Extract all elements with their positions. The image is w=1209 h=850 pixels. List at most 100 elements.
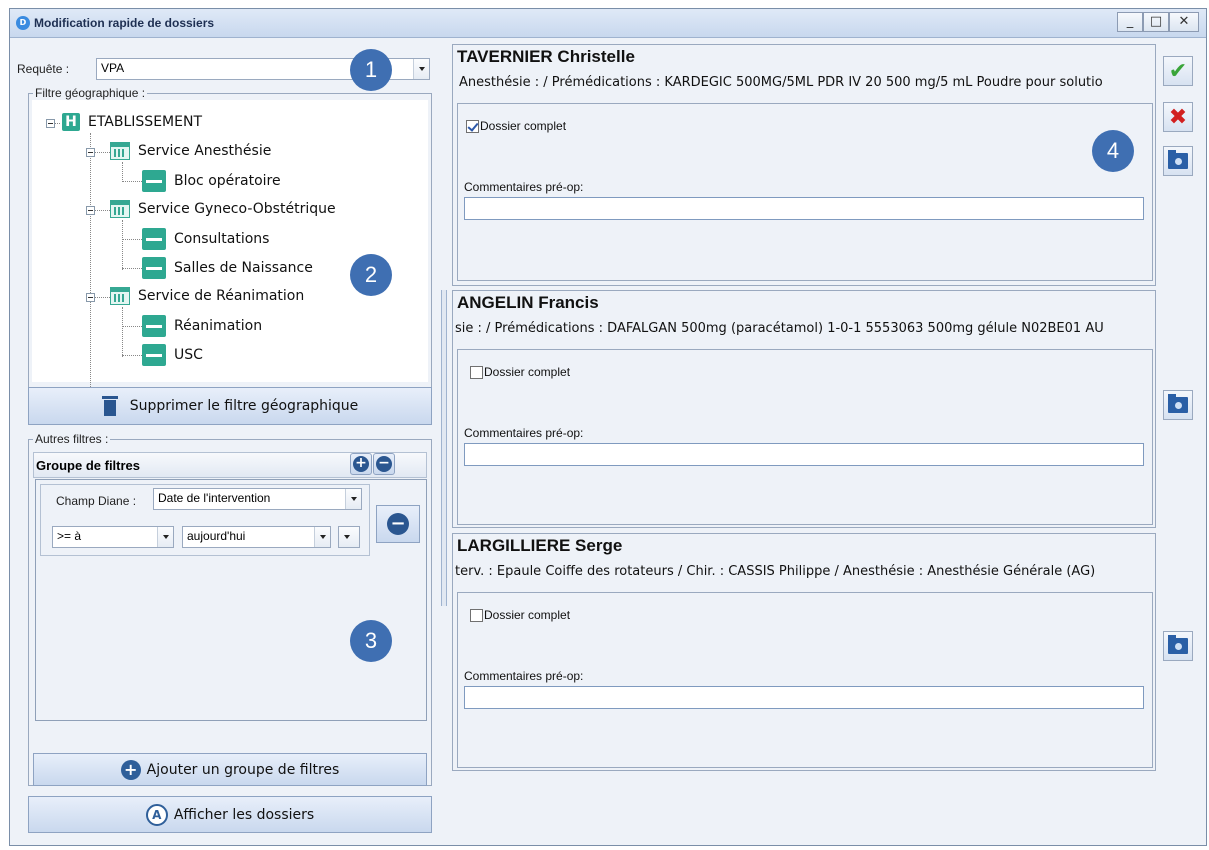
add-filter-group-label: Ajouter un groupe de filtres: [146, 761, 340, 778]
add-filter-button[interactable]: +: [350, 453, 372, 475]
collapse-toggle-service[interactable]: [86, 206, 95, 215]
tree-connector: [122, 181, 142, 182]
tree-node-unit[interactable]: Consultations: [142, 228, 269, 250]
tree-connector: [122, 268, 142, 269]
cancel-button[interactable]: ✖: [1163, 102, 1193, 132]
callout-badge: 3: [350, 620, 392, 662]
filter-group-title: Groupe de filtres: [36, 458, 141, 473]
comments-input[interactable]: [464, 686, 1144, 709]
tree-node-root[interactable]: H ETABLISSEMENT: [62, 113, 202, 131]
tree-node-service[interactable]: Service Gyneco-Obstétrique: [110, 200, 336, 218]
champ-label: Champ Diane :: [56, 494, 137, 508]
tree-node-unit[interactable]: Réanimation: [142, 315, 262, 337]
comments-label: Commentaires pré-op:: [464, 180, 584, 194]
patient-card: LARGILLIERE Serge terv. : Epaule Coiffe …: [452, 533, 1156, 771]
app-logo-icon: D: [16, 16, 30, 30]
open-folder-button[interactable]: [1163, 631, 1193, 661]
chevron-down-icon[interactable]: [413, 59, 429, 79]
hospital-icon: H: [62, 113, 80, 131]
geo-tree: H ETABLISSEMENT Service Anesthésie Bloc …: [32, 100, 428, 401]
comments-input[interactable]: [464, 197, 1144, 220]
chevron-down-icon[interactable]: [345, 489, 361, 509]
tree-connector: [122, 239, 142, 240]
patient-form: Dossier complet Commentaires pré-op:: [457, 592, 1153, 768]
show-folders-button[interactable]: A Afficher les dossiers: [28, 796, 432, 833]
request-label: Requête :: [17, 62, 70, 76]
plus-icon: +: [353, 456, 369, 472]
patient-info: sie : / Prémédications : DAFALGAN 500mg …: [455, 321, 1104, 336]
delete-geo-filter-button[interactable]: Supprimer le filtre géographique: [28, 387, 432, 425]
extra-options-select[interactable]: [338, 526, 360, 548]
collapse-toggle-service[interactable]: [86, 293, 95, 302]
bed-unit-icon: [142, 344, 166, 366]
callout-badge: 2: [350, 254, 392, 296]
tree-connector: [122, 307, 123, 357]
tree-node-label: Consultations: [174, 231, 270, 247]
tree-node-unit[interactable]: USC: [142, 344, 203, 366]
remove-filter-button[interactable]: −: [376, 505, 420, 543]
bed-unit-icon: [142, 170, 166, 192]
geo-filter-legend: Filtre géographique :: [33, 86, 148, 100]
title-bar: D Modification rapide de dossiers _ □ ✕: [10, 9, 1206, 38]
cross-icon: ✖: [1168, 104, 1188, 130]
panel-splitter[interactable]: [441, 290, 447, 606]
add-filter-group-button[interactable]: + Ajouter un groupe de filtres: [33, 753, 427, 786]
comments-input[interactable]: [464, 443, 1144, 466]
collapse-toggle-root[interactable]: [46, 119, 55, 128]
comments-label: Commentaires pré-op:: [464, 669, 584, 683]
tree-node-unit[interactable]: Bloc opératoire: [142, 170, 281, 192]
callout-badge: 1: [350, 49, 392, 91]
dossier-complet-label: Dossier complet: [484, 608, 571, 622]
date-value-select[interactable]: aujourd'hui: [182, 526, 331, 548]
operator-value: >= à: [57, 529, 82, 543]
dossier-complet-checkbox[interactable]: [470, 366, 483, 379]
chevron-down-icon[interactable]: [157, 527, 173, 547]
patient-name: LARGILLIERE Serge: [457, 536, 623, 555]
window-title: Modification rapide de dossiers: [34, 16, 215, 30]
tree-connector: [90, 133, 91, 401]
tree-node-service[interactable]: Service de Réanimation: [110, 287, 304, 305]
tree-node-label: Service Gyneco-Obstétrique: [138, 201, 336, 217]
validate-button[interactable]: ✔: [1163, 56, 1193, 86]
tree-connector: [122, 220, 123, 270]
bed-unit-icon: [142, 228, 166, 250]
minus-icon: −: [387, 513, 409, 535]
tree-connector: [122, 326, 142, 327]
open-folder-button[interactable]: [1163, 390, 1193, 420]
close-window-button[interactable]: ✕: [1169, 12, 1199, 32]
minimize-button[interactable]: _: [1117, 12, 1143, 32]
patient-info: terv. : Epaule Coiffe des rotateurs / Ch…: [455, 564, 1096, 579]
folder-icon: [1168, 150, 1188, 169]
patient-name: ANGELIN Francis: [457, 293, 599, 312]
check-icon: ✔: [1168, 58, 1188, 84]
tree-node-label: Service de Réanimation: [138, 288, 305, 304]
operator-select[interactable]: >= à: [52, 526, 174, 548]
collapse-toggle-service[interactable]: [86, 148, 95, 157]
dossier-complet-label: Dossier complet: [480, 119, 567, 133]
chevron-down-icon[interactable]: [314, 527, 330, 547]
dossier-complet-checkbox[interactable]: [470, 609, 483, 622]
service-building-icon: [110, 287, 130, 305]
tree-node-label: Réanimation: [174, 318, 263, 334]
patient-name: TAVERNIER Christelle: [457, 47, 635, 66]
champ-select[interactable]: Date de l'intervention: [153, 488, 362, 510]
bed-unit-icon: [142, 257, 166, 279]
open-folder-button[interactable]: [1163, 146, 1193, 176]
patient-info: Anesthésie : / Prémédications : KARDEGIC…: [459, 75, 1103, 90]
remove-group-button[interactable]: −: [373, 453, 395, 475]
dossier-complet-checkbox[interactable]: [466, 120, 479, 133]
patient-card: TAVERNIER Christelle Anesthésie : / Prém…: [452, 44, 1156, 286]
service-building-icon: [110, 200, 130, 218]
tree-node-label: USC: [174, 347, 203, 363]
date-value: aujourd'hui: [187, 529, 246, 543]
tree-connector: [122, 355, 142, 356]
champ-value: Date de l'intervention: [158, 491, 271, 505]
tree-node-service[interactable]: Service Anesthésie: [110, 142, 271, 160]
trash-icon: [101, 396, 118, 416]
minus-icon: −: [376, 456, 392, 472]
maximize-button[interactable]: □: [1143, 12, 1169, 32]
show-folders-label: Afficher les dossiers: [173, 806, 315, 823]
tree-node-unit[interactable]: Salles de Naissance: [142, 257, 313, 279]
chevron-down-icon[interactable]: [339, 527, 359, 547]
tree-node-label: ETABLISSEMENT: [88, 114, 202, 130]
